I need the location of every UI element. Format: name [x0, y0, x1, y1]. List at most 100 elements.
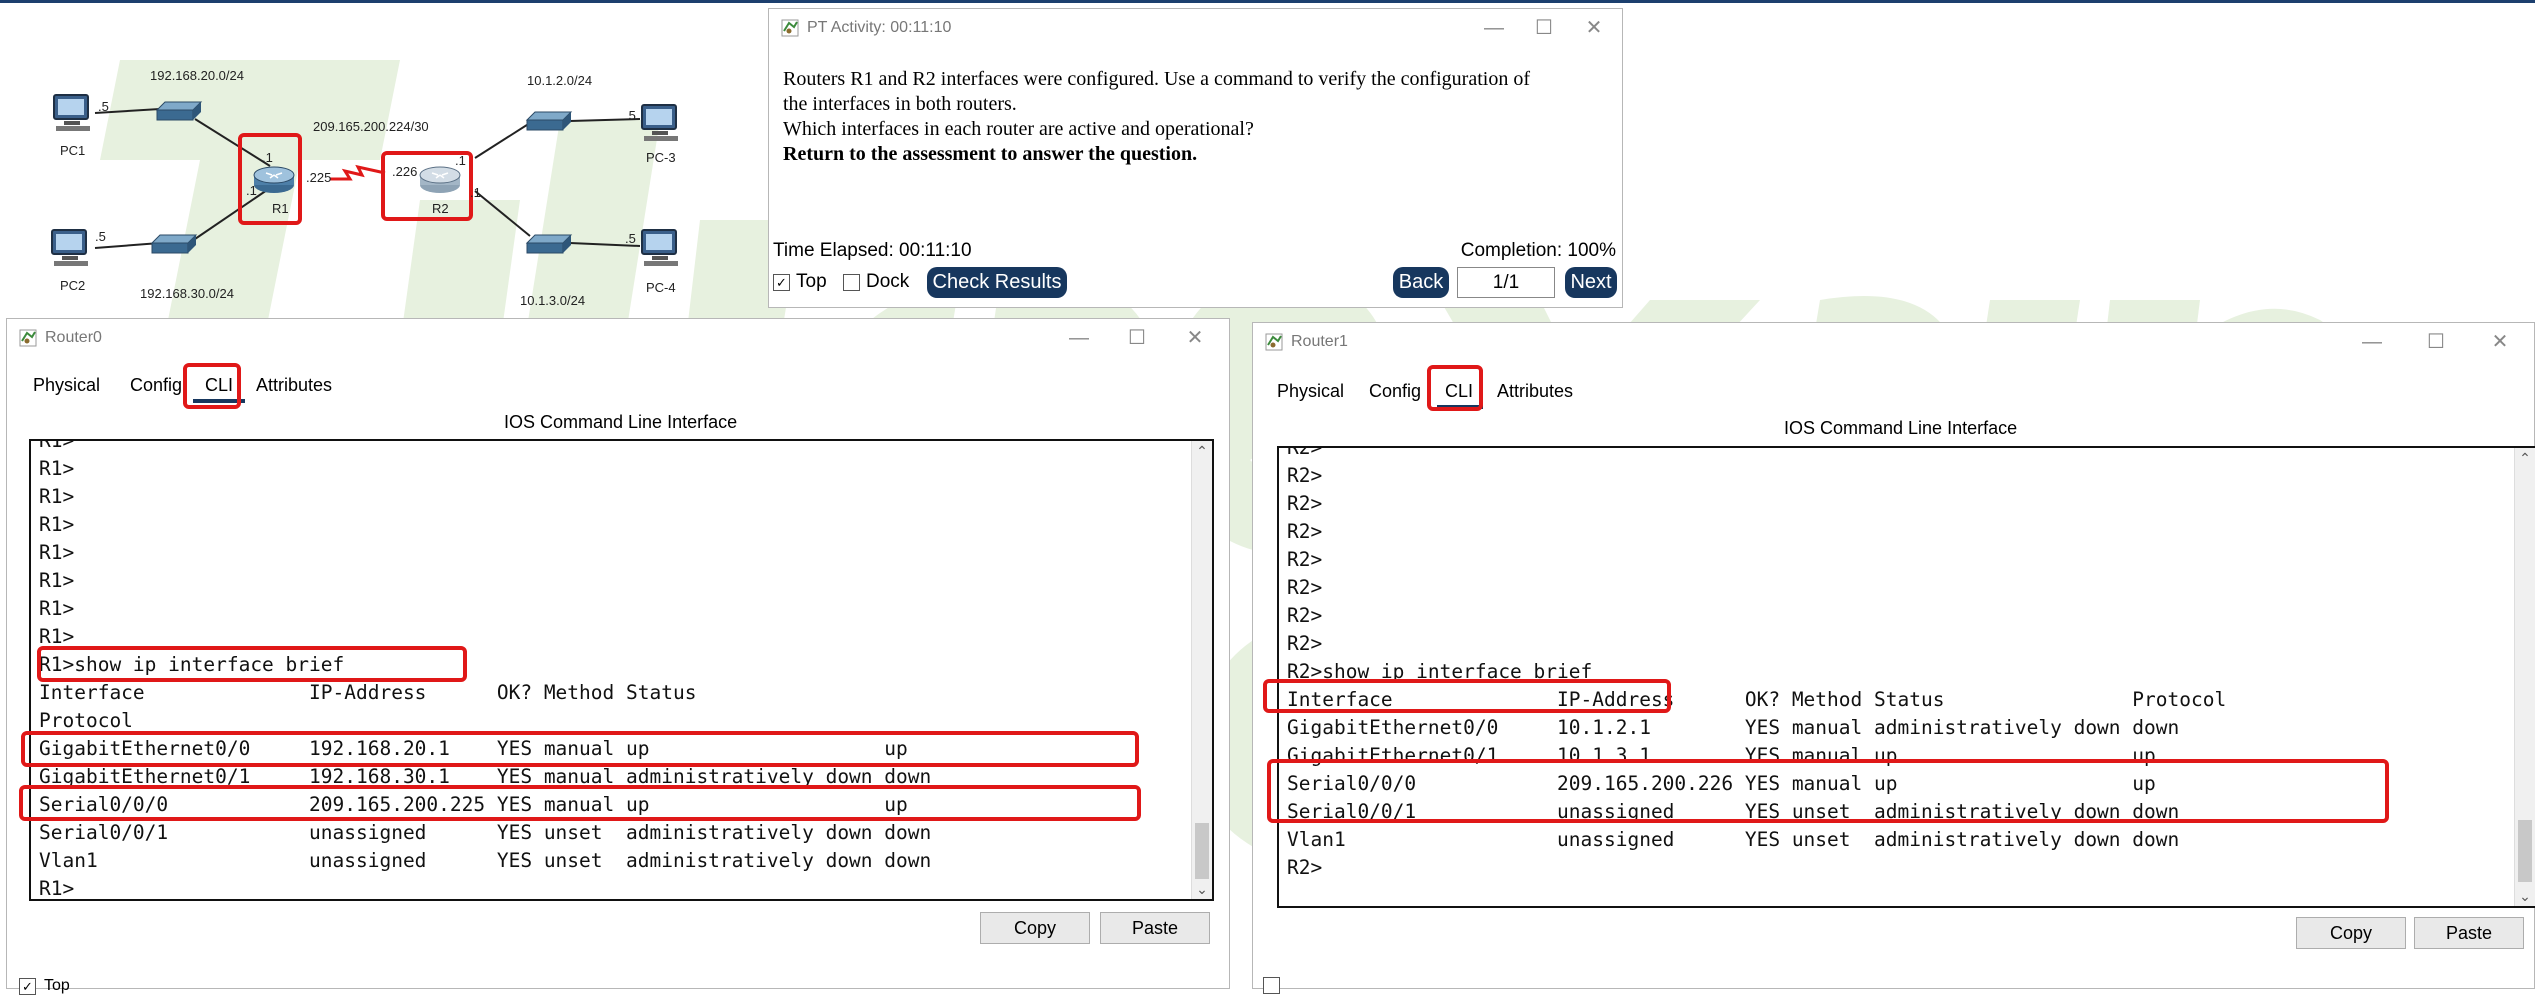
pc-icon — [641, 104, 678, 141]
label-net-pc1-lan: 192.168.20.0/24 — [150, 68, 244, 83]
activity-instructions: Routers R1 and R2 interfaces were config… — [783, 67, 1603, 167]
switch-pc1-lan[interactable] — [155, 98, 203, 124]
label-r1-up-if: .1 — [262, 150, 273, 165]
highlight-command — [1263, 679, 1671, 713]
pt-activity-titlebar[interactable]: PT Activity: 00:11:10 — ☐ ✕ — [769, 9, 1622, 47]
checkbox-unchecked-icon[interactable] — [1263, 977, 1280, 994]
checkbox-checked-icon[interactable]: ✓ — [773, 273, 790, 291]
pc1-device[interactable] — [50, 93, 100, 133]
next-button[interactable]: Next — [1565, 267, 1617, 298]
router0-top-checkbox[interactable]: ✓ Top — [19, 977, 70, 995]
label-net-pc2-lan: 192.168.30.0/24 — [140, 286, 234, 301]
scroll-up-icon[interactable]: ⌃ — [1192, 441, 1212, 461]
top-checkbox-label: Top — [796, 271, 827, 292]
router1-console[interactable]: R2> R2> R2> R2> R2> R2> R2> R2> R2>show … — [1277, 446, 2535, 908]
label-r2-up-if: .1 — [455, 153, 466, 168]
switch-pc3-lan[interactable] — [525, 108, 573, 134]
label-pc4: PC-4 — [646, 280, 676, 295]
label-net-pc3-lan: 10.1.2.0/24 — [527, 73, 593, 88]
highlight-cli-tab — [183, 363, 241, 409]
switch-icon — [150, 234, 198, 254]
highlight-s0-0-0-row — [19, 785, 1141, 821]
top-checkbox[interactable]: ✓ Top — [773, 271, 827, 293]
pt-activity-window: PT Activity: 00:11:10 — ☐ ✕ Routers R1 a… — [768, 8, 1623, 308]
label-pc1: PC1 — [60, 143, 86, 158]
ios-cli-title: IOS Command Line Interface — [504, 412, 738, 432]
label-r1-down-if: .1 — [246, 183, 257, 198]
instruction-line-3: Which interfaces in each router are acti… — [783, 118, 1254, 140]
tab-physical[interactable]: Physical — [1277, 381, 1344, 402]
scroll-down-icon[interactable]: ⌄ — [2515, 886, 2535, 906]
router0-titlebar[interactable]: Router0 — ☐ ✕ — [7, 319, 1229, 357]
tab-config[interactable]: Config — [130, 375, 182, 396]
switch-icon — [155, 101, 203, 121]
maximize-icon[interactable]: ☐ — [1524, 13, 1564, 43]
router1-top-checkbox[interactable] — [1263, 977, 1280, 994]
switch-icon — [525, 234, 573, 254]
tab-attributes[interactable]: Attributes — [256, 375, 332, 396]
tab-config[interactable]: Config — [1369, 381, 1421, 402]
minimize-icon[interactable]: — — [2352, 327, 2392, 357]
pc-icon — [51, 229, 88, 266]
pc-icon — [53, 94, 90, 131]
pt-activity-title: PT Activity: 00:11:10 — [807, 19, 952, 36]
pc3-device[interactable] — [638, 103, 688, 143]
router1-titlebar[interactable]: Router1 — ☐ ✕ — [1253, 323, 2534, 361]
packet-tracer-icon — [19, 329, 37, 347]
scroll-down-icon[interactable]: ⌄ — [1192, 879, 1212, 899]
scroll-up-icon[interactable]: ⌃ — [2515, 448, 2535, 468]
back-button[interactable]: Back — [1393, 267, 1449, 298]
packet-tracer-icon — [1265, 333, 1283, 351]
tab-physical[interactable]: Physical — [33, 375, 100, 396]
switch-icon — [525, 111, 573, 131]
label-r1: R1 — [272, 201, 289, 216]
scroll-thumb[interactable] — [2518, 820, 2532, 882]
paste-button[interactable]: Paste — [2414, 917, 2524, 949]
label-net-pc4-lan: 10.1.3.0/24 — [520, 293, 586, 308]
pc2-device[interactable] — [48, 228, 98, 268]
network-topology: 192.168.20.0/24 192.168.30.0/24 209.165.… — [0, 3, 770, 318]
label-r2: R2 — [432, 201, 449, 216]
router0-window: Router0 — ☐ ✕ Physical Config CLI Attrib… — [6, 318, 1230, 995]
checkbox-unchecked-icon[interactable] — [843, 273, 860, 291]
copy-button[interactable]: Copy — [2296, 917, 2406, 949]
label-r2-serial-if: .226 — [392, 164, 418, 179]
highlight-gi0-0-row — [21, 731, 1139, 767]
minimize-icon[interactable]: — — [1059, 323, 1099, 353]
close-icon[interactable]: ✕ — [2480, 327, 2520, 357]
checkbox-checked-icon[interactable]: ✓ — [19, 977, 36, 995]
check-results-button[interactable]: Check Results — [927, 267, 1067, 298]
time-elapsed: Time Elapsed: 00:11:10 — [773, 240, 972, 261]
dock-checkbox[interactable]: Dock — [843, 271, 909, 293]
maximize-icon[interactable]: ☐ — [2416, 327, 2456, 357]
router0-top-label: Top — [44, 977, 70, 994]
switch-pc4-lan[interactable] — [525, 231, 573, 257]
scroll-thumb[interactable] — [1195, 823, 1209, 879]
pc4-device[interactable] — [638, 228, 688, 268]
dock-checkbox-label: Dock — [866, 271, 910, 292]
router-icon — [253, 166, 295, 193]
switch-pc2-lan[interactable] — [150, 231, 198, 257]
label-r1-serial-if: .225 — [306, 170, 332, 185]
pc-icon — [641, 229, 678, 266]
console-scrollbar[interactable]: ⌃ ⌄ — [2514, 448, 2535, 906]
paste-button[interactable]: Paste — [1100, 912, 1210, 944]
page-indicator[interactable]: 1/1 — [1457, 267, 1555, 298]
close-icon[interactable]: ✕ — [1574, 13, 1614, 43]
router1-title: Router1 — [1291, 333, 1348, 350]
instruction-line-1: Routers R1 and R2 interfaces were config… — [783, 68, 1530, 90]
console-scrollbar[interactable]: ⌃ ⌄ — [1191, 441, 1212, 899]
close-icon[interactable]: ✕ — [1175, 323, 1215, 353]
router-r1[interactable] — [252, 163, 296, 195]
ios-cli-title: IOS Command Line Interface — [1784, 418, 2018, 438]
tab-attributes[interactable]: Attributes — [1497, 381, 1573, 402]
highlight-command — [37, 646, 467, 682]
highlight-up-rows — [1267, 759, 2389, 823]
copy-button[interactable]: Copy — [980, 912, 1090, 944]
minimize-icon[interactable]: — — [1474, 13, 1514, 43]
label-pc4-host: .5 — [625, 231, 636, 246]
packet-tracer-icon — [781, 19, 799, 37]
label-pc3-host: .5 — [625, 108, 636, 123]
label-pc2: PC2 — [60, 278, 86, 293]
maximize-icon[interactable]: ☐ — [1117, 323, 1157, 353]
